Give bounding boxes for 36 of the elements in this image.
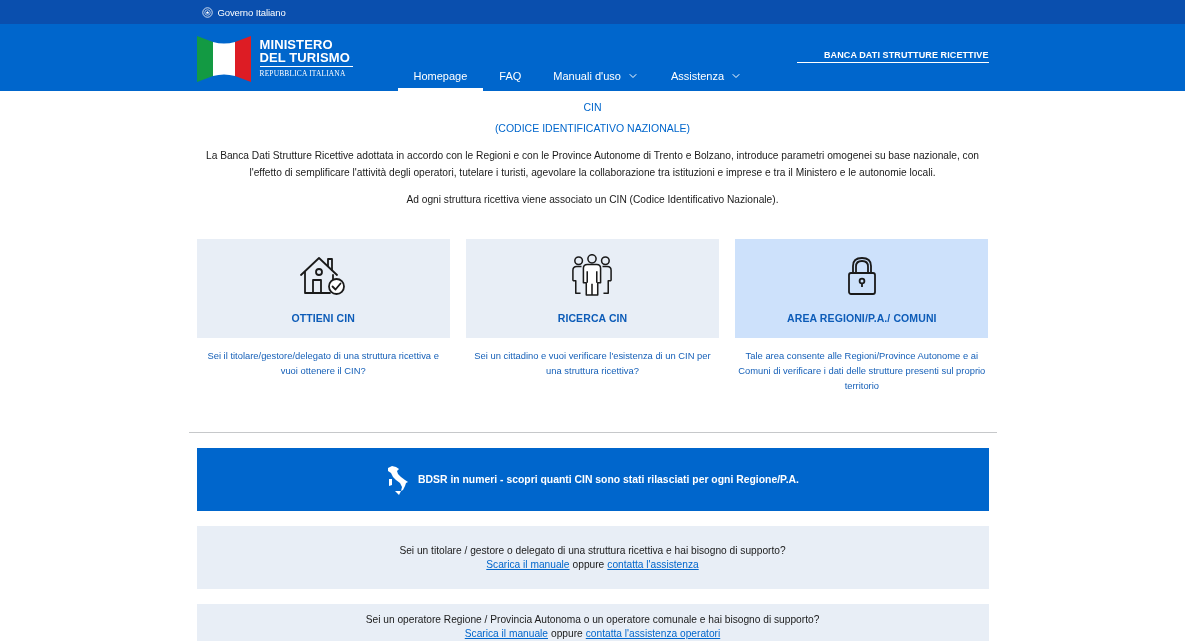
service-card[interactable]: RICERCA CIN	[465, 239, 720, 338]
service-card[interactable]: AREA REGIONI/P.A./ COMUNI	[735, 239, 989, 338]
contact-link[interactable]: contatta l'assistenza	[607, 557, 699, 572]
intro-subtitle: (CODICE IDENTIFICATIVO NAZIONALE)	[494, 121, 691, 136]
nav-item[interactable]: Homepage	[397, 63, 484, 91]
manual-link[interactable]: Scarica il manuale	[464, 627, 548, 641]
italy-map-icon	[386, 464, 409, 495]
card-description: Sei un cittadino e vuoi verificare l'esistenza di un CIN per una struttura ricettiva?	[473, 349, 712, 378]
support-question: Sei un titolare / gestore o delegato di una struttura ricettiva e hai bisogno di supporto?	[399, 543, 786, 558]
nav-item[interactable]: FAQ	[483, 63, 538, 91]
card-description: Sei il titolare/gestore/delegato di una struttura ricettiva e vuoi ottenere il CIN?	[206, 349, 440, 378]
padlock-icon	[846, 256, 877, 296]
card-description: Tale area consente alle Regioni/Province Autonome e ai Comuni di verificare i dati delle strutture presenti sul proprio territorio	[737, 349, 987, 393]
card-title: RICERCA CIN	[557, 312, 628, 324]
connector-text: oppure	[572, 557, 605, 572]
support-question: Sei un operatore Regione / Provincia Autonoma o un operatore comunale e hai bisogno di supporto?	[365, 613, 820, 627]
service-card[interactable]: OTTIENI CIN	[196, 239, 450, 338]
site-title-link[interactable]: BANCA DATI STRUTTURE RICETTIVE	[797, 50, 989, 63]
people-icon	[571, 254, 614, 298]
card-title: OTTIENI CIN	[291, 312, 355, 324]
statistics-banner[interactable]: BDSR in numeri - scopri quanti CIN sono stati rilasciati per ogni Regione/P.A.	[196, 448, 989, 511]
contact-link[interactable]: contatta l'assistenza operatori	[585, 627, 721, 641]
house-check-icon	[300, 256, 347, 296]
nav-item[interactable]: Manuali d'uso	[537, 63, 655, 91]
connector-text: oppure	[551, 627, 583, 641]
emblem-icon	[201, 6, 213, 18]
card-title: AREA REGIONI/P.A./ COMUNI	[787, 312, 937, 324]
intro-title: CIN	[583, 100, 602, 115]
intro-paragraph: La Banca Dati Strutture Ricettive adottata in accordo con le Regioni e con le Province Autonome di Trento e Bolzano, introduce parametri omogenei su base nazionale, con l'effetto di semplificare l'attività degli operatori, tutelare i turisti, agevolare la collaborazione tra istituzioni e imprese e tra il Ministero e le autonomie locali.	[205, 149, 980, 180]
intro-paragraph: Ad ogni struttura ricettiva viene associato un CIN (Codice Identificativo Nazionale).	[406, 193, 779, 207]
banner-text: BDSR in numeri - scopri quanti CIN sono stati rilasciati per ogni Regione/P.A.	[418, 474, 799, 485]
ministry-name: MINISTERO DEL TURISMO	[259, 39, 350, 64]
nav-item[interactable]: Assistenza	[654, 63, 759, 91]
government-label[interactable]: Governo Italiano	[217, 6, 286, 18]
flag-icon	[196, 35, 251, 82]
manual-link[interactable]: Scarica il manuale	[486, 557, 570, 572]
